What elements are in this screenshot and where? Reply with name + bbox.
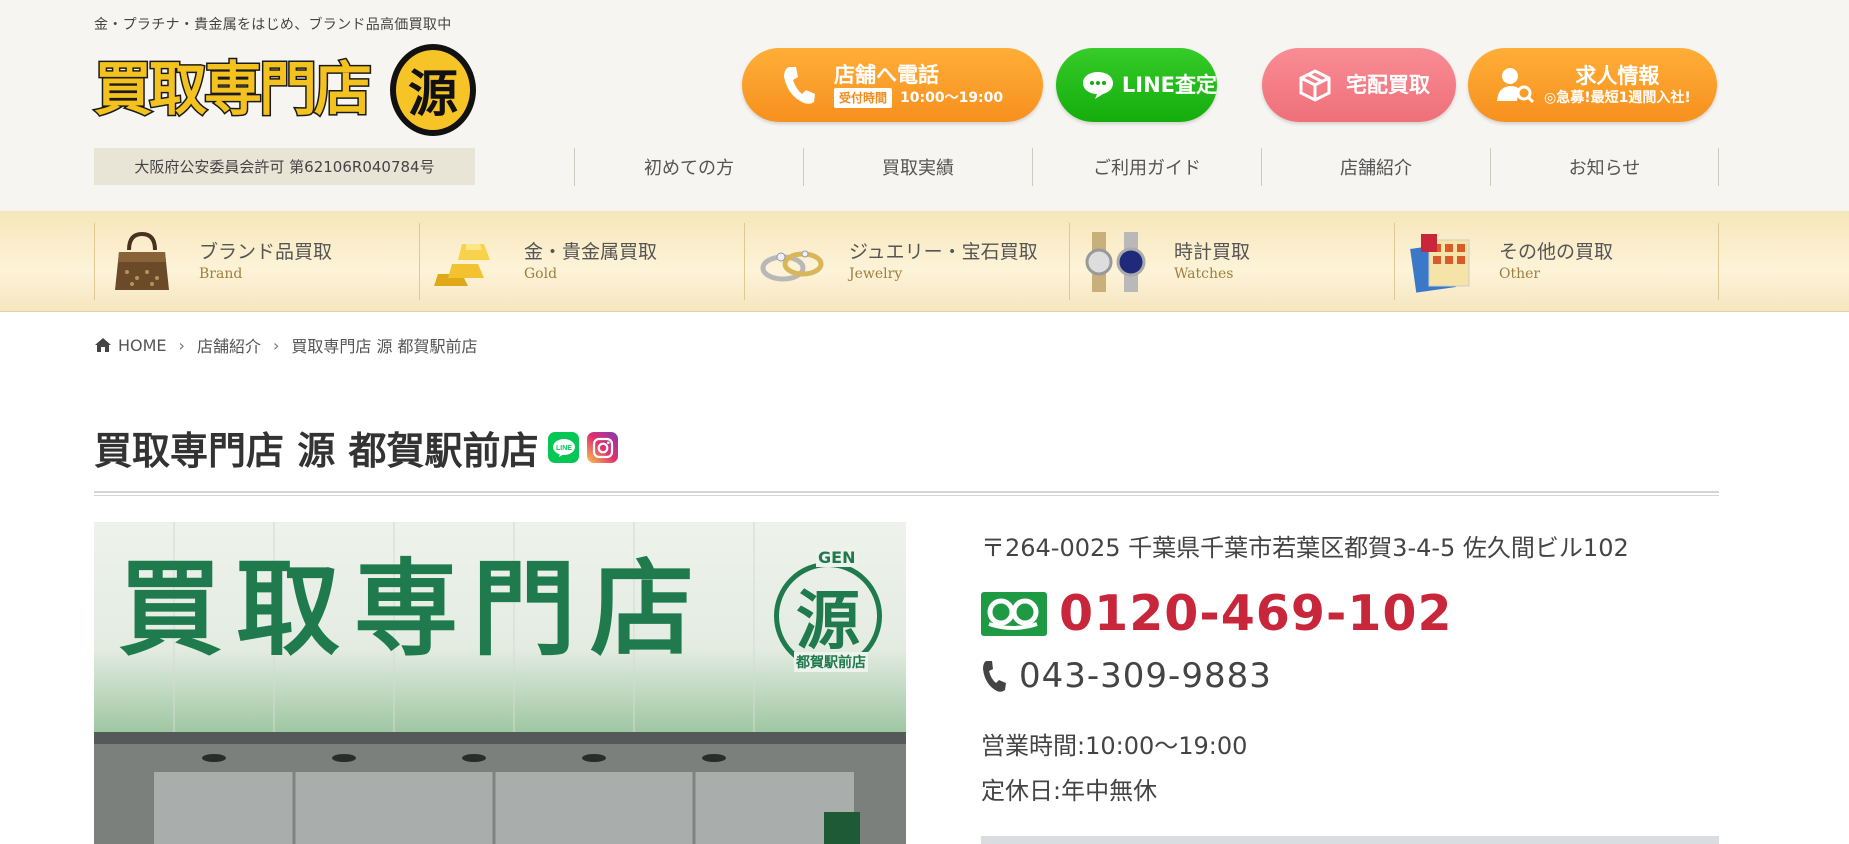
line-button-label: LINE査定 [1121, 72, 1217, 97]
tagline: 金・プラチナ・貴金属をはじめ、ブランド品高価買取中 [94, 17, 452, 33]
site-header: 金・プラチナ・貴金属をはじめ、ブランド品高価買取中 買取専門店 源 大阪府公安委… [0, 0, 1849, 211]
jobs-button-label: 求人情報 [1575, 63, 1660, 88]
phone-icon [981, 659, 1007, 693]
store-address: 〒264-0025 千葉県千葉市若葉区都賀3-4-5 佐久間ビル102 [981, 534, 1629, 562]
category-label: ジュエリー・宝石買取 [849, 240, 1038, 263]
category-label: 時計買取 [1174, 240, 1251, 263]
handbag-icon [107, 230, 177, 294]
category-label-en: Jewelry [849, 265, 903, 282]
box-icon [1290, 60, 1340, 110]
phone-icon [774, 60, 824, 110]
instagram-icon[interactable] [587, 432, 619, 463]
line-assessment-button[interactable]: LINE査定 [1056, 48, 1217, 122]
main-nav: 初めての方 買取実績 ご利用ガイド 店舗紹介 お知らせ [574, 148, 1719, 186]
user-search-icon [1490, 60, 1540, 110]
phone-button-label: 店舗へ電話 [834, 62, 939, 87]
page-title: 買取専門店 源 都賀駅前店 LINE [94, 420, 619, 475]
sign-seal-char: 源 [796, 584, 860, 659]
chevron-right-icon: › [178, 335, 185, 355]
jobs-button-sub: ◎急募!最短1週間入社! [1544, 89, 1691, 106]
hours-tag: 受付時間 [834, 87, 893, 108]
nav-item-results[interactable]: 買取実績 [803, 148, 1032, 186]
category-jewelry[interactable]: ジュエリー・宝石買取 Jewelry [744, 223, 1069, 300]
nav-item-stores[interactable]: 店舗紹介 [1261, 148, 1490, 186]
nav-item-first-time[interactable]: 初めての方 [574, 148, 803, 186]
delivery-button-label: 宅配買取 [1346, 72, 1430, 97]
tel-row[interactable]: 043-309-9883 [981, 656, 1272, 696]
title-divider [94, 491, 1719, 496]
chat-bubble-icon [1080, 60, 1116, 110]
svg-text:®: ® [1043, 627, 1047, 636]
free-dial-icon: ® [981, 592, 1049, 636]
site-logo[interactable]: 買取専門店 源 [92, 44, 476, 138]
phone-hours: 10:00〜19:00 [900, 89, 1004, 106]
category-watches[interactable]: 時計買取 Watches [1069, 223, 1394, 300]
gold-bar-icon [432, 230, 502, 294]
logo-seal: 源 [390, 44, 476, 136]
free-dial-number[interactable]: 0120-469-102 [1059, 586, 1453, 642]
delivery-purchase-button[interactable]: 宅配買取 [1262, 48, 1456, 122]
category-bar: ブランド品買取 Brand 金・貴金属買取 Gold ジュエリー・宝石買取 Jewel… [0, 211, 1849, 312]
breadcrumb-home[interactable]: HOME [118, 336, 167, 355]
sign-branch: 都賀駅前店 [794, 652, 868, 672]
store-photo: 買取専門店 源 GEN 都賀駅前店 [94, 522, 906, 844]
breadcrumb: HOME › 店舗紹介 › 買取専門店 源 都賀駅前店 [94, 333, 478, 357]
category-label: その他の買取 [1499, 240, 1614, 263]
license-number: 大阪府公安委員会許可 第62106R040784号 [94, 148, 475, 185]
svg-text:LINE: LINE [556, 445, 572, 452]
line-icon[interactable]: LINE [548, 432, 580, 463]
store-sign-text: 買取専門店 [118, 548, 709, 670]
category-other[interactable]: その他の買取 Other [1394, 223, 1719, 300]
category-gold[interactable]: 金・貴金属買取 Gold [419, 223, 744, 300]
category-label: ブランド品買取 [199, 240, 333, 263]
category-label-en: Watches [1174, 265, 1234, 282]
jobs-button[interactable]: 求人情報 ◎急募!最短1週間入社! [1468, 48, 1717, 122]
chevron-right-icon: › [272, 335, 280, 355]
breadcrumb-stores[interactable]: 店舗紹介 [197, 333, 261, 357]
store-phone-button[interactable]: 店舗へ電話 受付時間 10:00〜19:00 [742, 48, 1043, 122]
home-icon [94, 337, 112, 353]
tel-number[interactable]: 043-309-9883 [1019, 656, 1272, 696]
closed-days: 定休日:年中無休 [981, 777, 1158, 805]
business-hours: 営業時間:10:00〜19:00 [981, 732, 1248, 760]
breadcrumb-current: 買取専門店 源 都賀駅前店 [291, 337, 478, 356]
stamps-icon [1407, 230, 1477, 294]
free-dial-row[interactable]: ® 0120-469-102 [981, 586, 1453, 642]
ring-icon [757, 230, 827, 294]
nav-item-guide[interactable]: ご利用ガイド [1032, 148, 1261, 186]
logo-text: 買取専門店 [92, 54, 373, 125]
category-label-en: Other [1499, 265, 1541, 282]
sign-gen: GEN [816, 548, 858, 567]
category-label: 金・貴金属買取 [524, 240, 658, 263]
store-title: 買取専門店 源 都賀駅前店 [94, 429, 539, 473]
nav-item-news[interactable]: お知らせ [1490, 148, 1719, 186]
category-label-en: Brand [199, 265, 243, 282]
watch-icon [1082, 230, 1152, 294]
map-preview[interactable] [981, 836, 1719, 844]
category-brand[interactable]: ブランド品買取 Brand [94, 223, 419, 300]
category-label-en: Gold [524, 265, 558, 282]
